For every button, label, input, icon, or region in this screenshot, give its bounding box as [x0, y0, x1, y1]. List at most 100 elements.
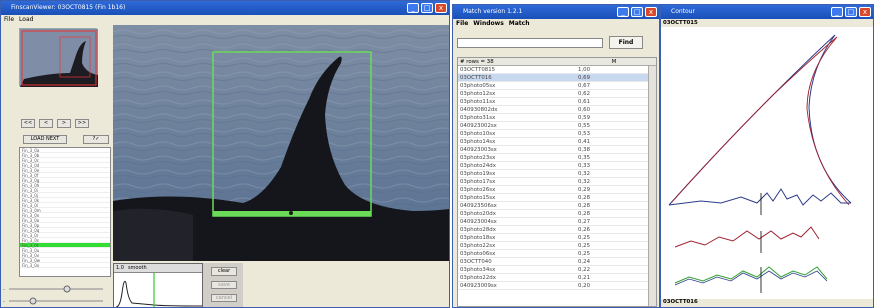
match-row-score: 0,25 [578, 235, 591, 241]
clear-button[interactable]: clear [211, 267, 237, 276]
score-column-header[interactable]: M [576, 58, 652, 65]
match-row[interactable]: 040923009sx 0,20 [458, 282, 656, 290]
match-row[interactable]: 03photo10sx 0,53 [458, 130, 656, 138]
menu-load[interactable]: Load [19, 15, 33, 25]
match-row[interactable]: 03photo17sx 0,32 [458, 178, 656, 186]
match-row[interactable]: 03photo22sx 0,25 [458, 242, 656, 250]
match-row-name: 040923506sx [460, 203, 497, 209]
match-search-input[interactable] [457, 38, 603, 48]
main-fin-photo[interactable] [113, 25, 449, 261]
minimize-button[interactable]: _ [407, 3, 419, 13]
options-button[interactable]: ?✓ [83, 135, 109, 144]
nav-button-2[interactable]: < [39, 119, 53, 128]
fin-image [113, 25, 449, 261]
match-minimize-button[interactable]: _ [617, 7, 629, 17]
match-row[interactable]: 040923002sx 0,55 [458, 122, 656, 130]
graph-mode-select[interactable]: smooth [128, 264, 147, 272]
match-title-bar: Match version 1.2.1 _ □ x [453, 5, 659, 19]
match-row-score: 0,26 [578, 227, 591, 233]
match-row[interactable]: 03photo34sx 0,22 [458, 266, 656, 274]
match-row[interactable]: 03photo26sx 0,29 [458, 186, 656, 194]
match-row-score: 1,00 [578, 67, 591, 73]
contour-top-label: 03OCTT015 [663, 20, 698, 26]
match-row[interactable]: 040930802dx 0,60 [458, 106, 656, 114]
image-list-item[interactable]: Fin_3_0x [20, 263, 110, 268]
match-row-name: 03photo23sx [460, 155, 496, 161]
match-row-score: 0,21 [578, 275, 591, 281]
match-row[interactable]: 03OCTT016 0,69 [458, 74, 656, 82]
match-row[interactable]: 03photo15sx 0,28 [458, 194, 656, 202]
match-row[interactable]: 03photo05sx 0,67 [458, 82, 656, 90]
maximize-button[interactable]: □ [421, 3, 433, 13]
viewer-menu-bar: File Load [1, 15, 449, 25]
match-row-score: 0,60 [578, 107, 591, 113]
match-row[interactable]: 03photo14sx 0,41 [458, 138, 656, 146]
match-row-name: 040930802dx [460, 107, 498, 113]
match-row-name: 03OCTT040 [460, 259, 492, 265]
load-next-button[interactable]: LOAD NEXT [23, 135, 67, 144]
match-menu-file[interactable]: File [456, 19, 468, 29]
match-row-name: 03photo11sx [460, 99, 496, 105]
match-row[interactable]: 03OCTT040 0,24 [458, 258, 656, 266]
image-list[interactable]: Fin_3_0a Fin_3_0b Fin_3_0c Fin_3_0d Fin_3_0e… [19, 147, 111, 277]
match-row-score: 0,61 [578, 99, 591, 105]
match-row[interactable]: 040923003sx 0,38 [458, 146, 656, 154]
nav-button-4[interactable]: >> [75, 119, 89, 128]
match-row[interactable]: 03photo28dx 0,26 [458, 226, 656, 234]
match-row-name: 03photo24dx [460, 163, 496, 169]
cancel-button[interactable]: cancel [211, 294, 237, 302]
match-row-name: 040923003sx [460, 147, 497, 153]
viewer-title-bar: FinscanViewer: 03OCT0815 (Fin 1b16) _ □ … [1, 1, 449, 15]
match-row[interactable]: 03photo23sx 0,35 [458, 154, 656, 162]
match-row-name: 03photo14sx [460, 139, 496, 145]
match-row-score: 0,59 [578, 115, 591, 121]
match-row-name: 03OCTT016 [460, 75, 492, 81]
rows-count-header[interactable]: # rows = 38 [458, 58, 576, 65]
match-row-name: 03photo18sx [460, 235, 496, 241]
match-menu-windows[interactable]: Windows [473, 19, 503, 29]
thumbnail-preview[interactable] [19, 28, 98, 87]
match-row-score: 0,25 [578, 251, 591, 257]
match-close-button[interactable]: x [645, 7, 657, 17]
match-row-score: 0,28 [578, 195, 591, 201]
viewer-window: FinscanViewer: 03OCT0815 (Fin 1b16) _ □ … [0, 0, 450, 308]
contour-close-button[interactable]: x [859, 7, 871, 17]
slider-panel[interactable]: - - [3, 283, 109, 307]
match-scrollbar[interactable] [648, 66, 656, 306]
match-row[interactable]: 03photo19sx 0,32 [458, 170, 656, 178]
match-row-name: 03photo26sx [460, 187, 496, 193]
nav-button-3[interactable]: > [57, 119, 71, 128]
menu-file[interactable]: File [4, 15, 14, 25]
contour-maximize-button[interactable]: □ [845, 7, 857, 17]
match-row-name: 03photo17sx [460, 179, 496, 185]
match-row[interactable]: 040923506sx 0,28 [458, 202, 656, 210]
match-row[interactable]: 03OCTT0815 1,00 [458, 66, 656, 74]
match-menu-match[interactable]: Match [509, 19, 530, 29]
match-row-score: 0,33 [578, 163, 591, 169]
match-row[interactable]: 03photo11sx 0,61 [458, 98, 656, 106]
contour-window: Contour _ □ x 03OCTT015 03OCTT016 [660, 4, 874, 308]
graph-zoom-value[interactable]: 1.0 [116, 264, 124, 272]
match-row[interactable]: 040923004sx 0,27 [458, 218, 656, 226]
nav-button-1[interactable]: << [21, 119, 35, 128]
match-row[interactable]: 03photo20dx 0,28 [458, 210, 656, 218]
find-button[interactable]: Find [609, 36, 643, 49]
match-row[interactable]: 03photo24dx 0,33 [458, 162, 656, 170]
match-row-score: 0,35 [578, 155, 591, 161]
match-row[interactable]: 03photo12sx 0,62 [458, 90, 656, 98]
profile-graph: 1.0 smooth [113, 263, 203, 307]
match-row-name: 040923002sx [460, 123, 497, 129]
match-row[interactable]: 03photo22dx 0,21 [458, 274, 656, 282]
close-button[interactable]: x [435, 3, 447, 13]
match-row-score: 0,69 [578, 75, 591, 81]
match-row-score: 0,55 [578, 123, 591, 129]
match-maximize-button[interactable]: □ [631, 7, 643, 17]
match-row-score: 0,27 [578, 219, 591, 225]
match-row[interactable]: 03photo31sx 0,59 [458, 114, 656, 122]
match-row[interactable]: 03photo18sx 0,25 [458, 234, 656, 242]
save-button[interactable]: save [211, 281, 237, 289]
match-row[interactable]: 03photo06sx 0,25 [458, 250, 656, 258]
contour-minimize-button[interactable]: _ [831, 7, 843, 17]
match-row-name: 040923004sx [460, 219, 497, 225]
match-row-name: 03photo05sx [460, 83, 496, 89]
